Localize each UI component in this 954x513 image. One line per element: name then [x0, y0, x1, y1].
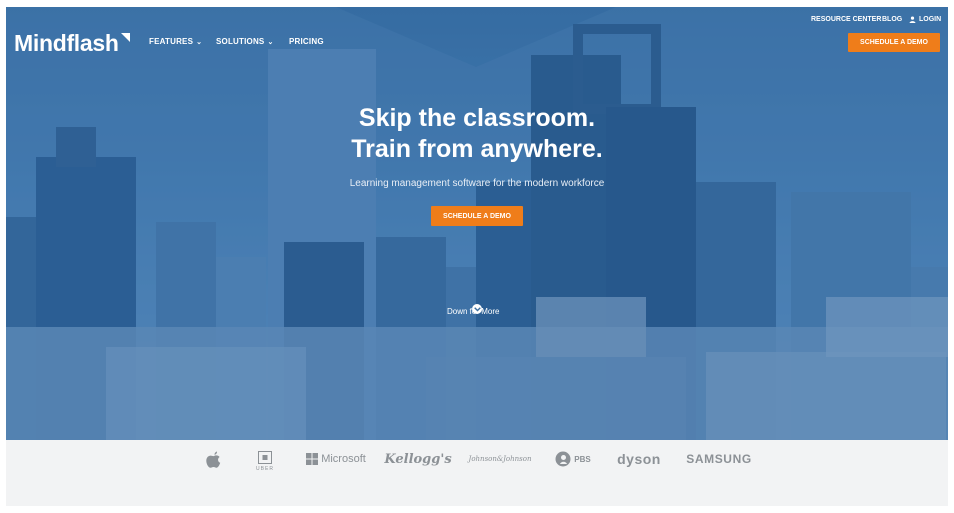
chevron-down-circle-icon[interactable]: [472, 304, 482, 314]
samsung-logo: SAMSUNG: [686, 450, 752, 468]
nav-features[interactable]: FEATURES ⌄: [149, 37, 202, 46]
kelloggs-logo-text: Kellogg's: [384, 451, 452, 467]
uber-logo: UBER: [252, 447, 278, 475]
resource-center-label: RESOURCE CENTER: [811, 16, 882, 23]
nav-pricing-label: PRICING: [289, 37, 324, 46]
page: Mindflash FEATURES ⌄ SOLUTIONS ⌄ PRICING…: [6, 7, 948, 506]
mindflash-logo[interactable]: Mindflash: [14, 30, 130, 57]
login-link[interactable]: LOGIN: [909, 16, 941, 23]
hero-subheadline: Learning management software for the mod…: [349, 178, 605, 189]
hero-section: Mindflash FEATURES ⌄ SOLUTIONS ⌄ PRICING…: [6, 7, 948, 440]
nav-pricing[interactable]: PRICING: [289, 37, 324, 46]
client-logos-strip: UBER Microsoft Kellogg's Johnson&Johnson…: [6, 440, 948, 506]
johnson-johnson-logo: Johnson&Johnson: [468, 452, 532, 466]
user-icon: [909, 16, 916, 23]
microsoft-squares-icon: [306, 453, 319, 465]
pbs-logo-text: PBS: [574, 454, 591, 464]
samsung-logo-text: SAMSUNG: [686, 452, 752, 466]
blog-link[interactable]: BLOG: [882, 16, 902, 23]
uber-emblem-icon: [258, 450, 272, 464]
microsoft-logo-text: Microsoft: [321, 453, 366, 465]
pbs-head-icon: [555, 451, 571, 467]
pbs-logo: PBS: [555, 449, 591, 469]
chevron-down-icon: ⌄: [196, 38, 203, 46]
kelloggs-logo: Kellogg's: [384, 449, 451, 469]
schedule-demo-button-hero[interactable]: SCHEDULE A DEMO: [431, 206, 523, 226]
chevron-down-icon: ⌄: [267, 38, 274, 46]
microsoft-logo: Microsoft: [306, 451, 366, 467]
nav-solutions[interactable]: SOLUTIONS ⌄: [216, 37, 274, 46]
nav-features-label: FEATURES: [149, 37, 194, 46]
hero-headline-line2: Train from anywhere.: [351, 135, 603, 163]
uber-logo-text: UBER: [256, 465, 274, 472]
logo-text: Mindflash: [14, 30, 119, 56]
nav-solutions-label: SOLUTIONS: [216, 37, 265, 46]
johnson-johnson-logo-text: Johnson&Johnson: [468, 455, 532, 463]
apple-logo-icon: [203, 448, 225, 472]
hero-headline-line1: Skip the classroom.: [358, 104, 596, 132]
dyson-logo: dyson: [617, 449, 661, 469]
dyson-logo-text: dyson: [617, 451, 661, 467]
schedule-demo-button-header[interactable]: SCHEDULE A DEMO: [848, 33, 940, 52]
resource-center-link[interactable]: RESOURCE CENTER: [811, 16, 881, 23]
blog-label: BLOG: [882, 16, 903, 23]
logo-mark-icon: [120, 33, 130, 42]
login-label: LOGIN: [919, 16, 942, 23]
